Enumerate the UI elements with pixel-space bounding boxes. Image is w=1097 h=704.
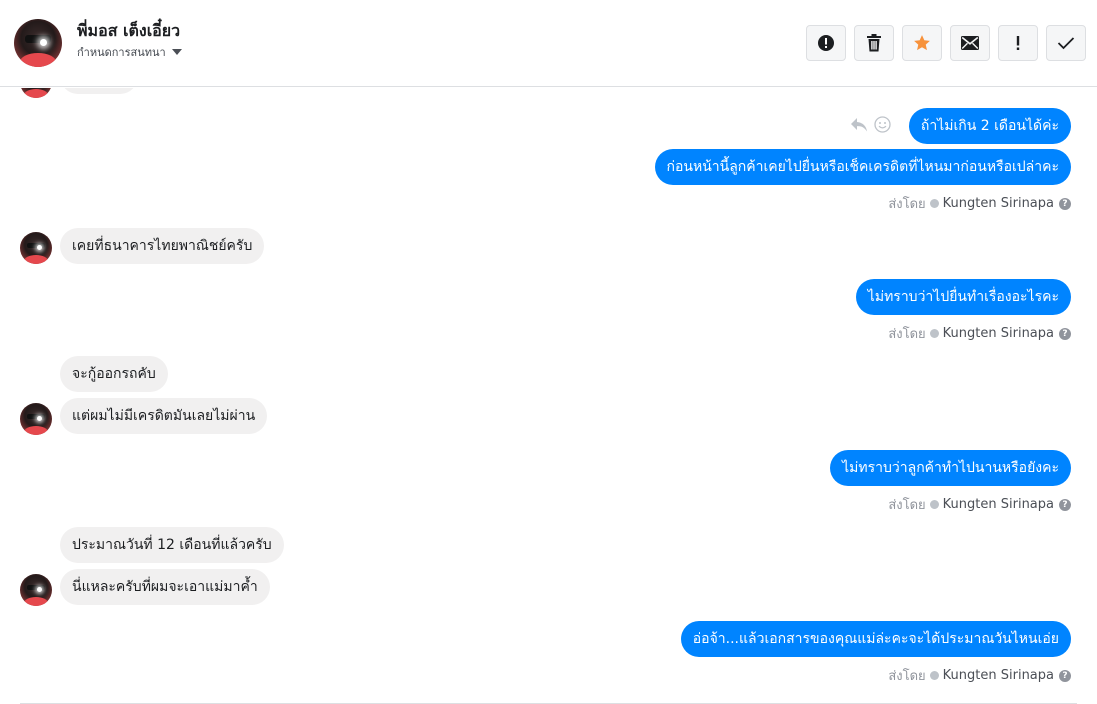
- verified-icon: [929, 199, 939, 208]
- star-button[interactable]: [902, 25, 942, 61]
- agent-name[interactable]: Kungten Sirinapa: [943, 196, 1054, 211]
- report-spam-button[interactable]: [806, 25, 846, 61]
- agent-name[interactable]: Kungten Sirinapa: [943, 668, 1054, 683]
- sent-by-line: ส่งโดย Kungten Sirinapa ?: [888, 193, 1071, 214]
- assign-label: กำหนดการสนทนา: [77, 46, 166, 59]
- message-actions: [844, 116, 891, 133]
- delete-button[interactable]: [854, 25, 894, 61]
- checkmark-icon: [1057, 37, 1075, 50]
- caret-down-icon: [171, 49, 182, 55]
- contact-name[interactable]: พี่มอส เต็งเอี๋ยว: [77, 19, 180, 44]
- message-bubble-incoming[interactable]: เคยที่ธนาคารไทยพาณิชย์ครับ: [60, 228, 265, 264]
- sent-by-label: ส่งโดย: [888, 498, 926, 513]
- contact-avatar[interactable]: [14, 19, 62, 67]
- help-icon[interactable]: ?: [1059, 498, 1071, 511]
- sent-by-line: ส่งโดย Kungten Sirinapa ?: [888, 494, 1071, 515]
- sent-by-label: ส่งโดย: [888, 327, 926, 342]
- verified-icon: [929, 671, 939, 680]
- verified-icon: [929, 500, 939, 509]
- message-bubble-incoming[interactable]: [60, 88, 138, 94]
- contact-avatar-small[interactable]: [20, 88, 52, 98]
- contact-avatar-small[interactable]: [20, 403, 52, 435]
- mark-unread-button[interactable]: [950, 25, 990, 61]
- message-bubble-incoming[interactable]: แต่ผมไม่มีเครดิตมันเลยไม่ผ่าน: [60, 398, 268, 434]
- sent-by-label: ส่งโดย: [888, 669, 926, 684]
- conversation-toolbar: [798, 25, 1086, 61]
- message-thread[interactable]: ถ้าไม่เกิน 2 เดือนได้ค่ะ ก่อนหน้านี้ลูกค…: [0, 88, 1097, 704]
- message-bubble-incoming[interactable]: นี่แหละครับที่ผมจะเอาแม่มาค้ำ: [60, 569, 270, 605]
- verified-icon: [929, 329, 939, 338]
- star-icon: [914, 35, 930, 51]
- message-bubble-outgoing[interactable]: อ่อจ้า...แล้วเอกสารของคุณแม่ล่ะคะจะได้ปร…: [680, 621, 1071, 657]
- message-bubble-outgoing[interactable]: ไม่ทราบว่าไปยื่นทำเรื่องอะไรคะ: [855, 279, 1071, 315]
- contact-avatar-small[interactable]: [20, 574, 52, 606]
- mark-done-button[interactable]: [1046, 25, 1086, 61]
- exclamation-circle-icon: [818, 35, 834, 51]
- conversation-header: พี่มอส เต็งเอี๋ยว กำหนดการสนทนา: [0, 0, 1097, 87]
- trash-icon: [867, 34, 881, 52]
- message-bubble-incoming[interactable]: ประมาณวันที่ 12 เดือนที่แล้วครับ: [60, 527, 284, 563]
- envelope-icon: [961, 36, 979, 50]
- reply-icon[interactable]: [850, 117, 868, 133]
- help-icon[interactable]: ?: [1059, 327, 1071, 340]
- follow-up-button[interactable]: [998, 25, 1038, 61]
- smiley-icon[interactable]: [874, 116, 891, 133]
- agent-name[interactable]: Kungten Sirinapa: [943, 326, 1054, 341]
- help-icon[interactable]: ?: [1059, 197, 1071, 210]
- message-bubble-outgoing[interactable]: ไม่ทราบว่าลูกค้าทำไปนานหรือยังคะ: [830, 450, 1071, 486]
- exclamation-icon: [1016, 36, 1020, 50]
- help-icon[interactable]: ?: [1059, 669, 1071, 682]
- sent-by-label: ส่งโดย: [888, 197, 926, 212]
- message-bubble-outgoing[interactable]: ถ้าไม่เกิน 2 เดือนได้ค่ะ: [908, 108, 1071, 144]
- sent-by-line: ส่งโดย Kungten Sirinapa ?: [888, 323, 1071, 344]
- assign-conversation-dropdown[interactable]: กำหนดการสนทนา: [77, 43, 182, 61]
- sent-by-line: ส่งโดย Kungten Sirinapa ?: [888, 665, 1071, 686]
- contact-avatar-small[interactable]: [20, 232, 52, 264]
- message-bubble-incoming[interactable]: จะกู้ออกรถคับ: [60, 356, 168, 392]
- agent-name[interactable]: Kungten Sirinapa: [943, 497, 1054, 512]
- message-bubble-outgoing[interactable]: ก่อนหน้านี้ลูกค้าเคยไปยื่นหรือเช็คเครดิต…: [654, 149, 1071, 185]
- messenger-window: พี่มอส เต็งเอี๋ยว กำหนดการสนทนา ถ้าไม่เก…: [0, 0, 1097, 704]
